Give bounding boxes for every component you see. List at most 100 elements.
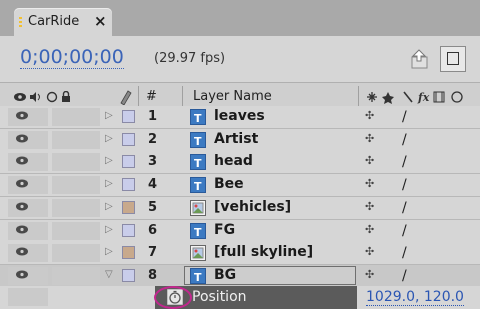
layer-row[interactable]: ▽ 8 T BG ✣ / [0, 264, 480, 288]
text-layer-icon: T [190, 131, 206, 148]
label-color-swatch[interactable] [122, 268, 135, 282]
layer-name[interactable]: Artist [214, 131, 258, 147]
av-switch-cell [8, 176, 48, 195]
layer-row[interactable]: ▷ 3 T head ✣ / [0, 151, 480, 175]
tab-grip-icon[interactable] [19, 17, 22, 29]
layer-name-column-header[interactable]: Layer Name [193, 89, 272, 104]
layer-row[interactable]: ▷ 6 T FG ✣ / [0, 219, 480, 243]
layer-number: 4 [148, 177, 158, 193]
layer-row[interactable]: ▷ 5 [vehicles] ✣ / [0, 196, 480, 220]
twirl-down-icon[interactable]: ▽ [105, 269, 113, 280]
label-color-swatch[interactable] [122, 110, 135, 123]
layer-number-column-header[interactable]: # [146, 89, 157, 104]
quality-switch-icon[interactable]: / [402, 245, 407, 261]
layer-name[interactable]: [full skyline] [214, 244, 313, 260]
layer-name[interactable]: BG [214, 267, 236, 283]
twirl-right-icon[interactable]: ▷ [105, 178, 113, 189]
av-switch-cell [8, 130, 48, 149]
eye-icon[interactable] [16, 179, 28, 188]
av-switch-cell [8, 108, 48, 126]
shy-switch-icon[interactable]: ✣ [365, 109, 374, 122]
lock-switch-cell [52, 153, 100, 172]
label-color-swatch[interactable] [122, 246, 135, 260]
shy-switch-icon[interactable]: ✣ [365, 132, 374, 145]
label-color-swatch[interactable] [122, 155, 135, 169]
layer-name-field[interactable] [184, 265, 356, 285]
highlight-circle [154, 286, 192, 309]
layer-name[interactable]: FG [214, 222, 235, 238]
layer-name[interactable]: [vehicles] [214, 199, 291, 215]
eye-icon[interactable] [16, 134, 28, 143]
svg-text:T: T [194, 271, 202, 284]
lock-switch-cell [52, 108, 100, 126]
current-time-display[interactable]: 0;00;00;00 [20, 46, 124, 69]
layer-name[interactable]: Bee [214, 176, 244, 192]
property-name: Position [192, 289, 247, 305]
layer-switches-header-icons: fx [367, 91, 463, 104]
shy-switch-icon[interactable]: ✣ [365, 200, 374, 213]
svg-text:T: T [194, 180, 202, 193]
eye-icon[interactable] [16, 156, 28, 165]
position-value[interactable]: 1029.0, 120.0 [366, 289, 464, 306]
layer-number: 2 [148, 131, 158, 147]
eye-icon[interactable] [16, 270, 28, 279]
eye-icon[interactable] [16, 111, 28, 120]
shy-switch-icon[interactable]: ✣ [365, 177, 374, 190]
text-layer-icon: T [190, 222, 206, 239]
tab-title: CarRide [28, 14, 80, 29]
close-tab-icon[interactable]: × [94, 12, 107, 30]
lock-switch-cell [52, 266, 100, 285]
layer-number: 8 [148, 267, 158, 283]
eye-icon[interactable] [16, 202, 28, 211]
av-feature-switches-icons [14, 91, 70, 103]
layer-row[interactable]: ▷ 1 T leaves ✣ / [0, 106, 480, 129]
quality-switch-icon[interactable]: / [402, 223, 407, 239]
layer-number: 7 [148, 245, 158, 261]
layer-name[interactable]: head [214, 153, 253, 169]
shy-switch-icon[interactable]: ✣ [365, 268, 374, 281]
layer-row[interactable]: ▷ 7 [full skyline] ✣ / [0, 242, 480, 266]
text-layer-icon: T [190, 267, 206, 284]
twirl-right-icon[interactable]: ▷ [105, 201, 113, 212]
shy-switch-icon[interactable]: ✣ [365, 245, 374, 258]
lock-switch-cell [52, 130, 100, 149]
composition-flowchart-icon[interactable] [408, 47, 432, 71]
label-tag-icon [120, 90, 132, 105]
quality-switch-icon[interactable]: / [402, 177, 407, 193]
label-color-swatch[interactable] [122, 223, 135, 237]
quality-switch-icon[interactable]: / [402, 132, 407, 148]
layer-number: 1 [148, 109, 158, 124]
layer-row[interactable]: ▷ 4 T Bee ✣ / [0, 174, 480, 198]
svg-text:T: T [194, 157, 202, 170]
label-color-swatch[interactable] [122, 200, 135, 214]
label-color-swatch[interactable] [122, 178, 135, 192]
footage-layer-icon [190, 245, 206, 262]
quality-switch-icon[interactable]: / [402, 200, 407, 216]
layer-name[interactable]: leaves [214, 108, 265, 124]
footage-layer-icon [190, 199, 206, 216]
twirl-right-icon[interactable]: ▷ [105, 224, 113, 235]
column-divider [138, 86, 139, 107]
quality-switch-icon[interactable]: / [402, 109, 407, 125]
layer-row[interactable]: ▷ 2 T Artist ✣ / [0, 128, 480, 152]
twirl-right-icon[interactable]: ▷ [105, 155, 113, 166]
composition-tab[interactable]: CarRide × [14, 8, 112, 36]
quality-switch-icon[interactable]: / [402, 268, 407, 284]
av-switch-cell [8, 153, 48, 172]
twirl-right-icon[interactable]: ▷ [105, 246, 113, 257]
svg-text:T: T [194, 112, 202, 125]
layer-number: 3 [148, 154, 158, 170]
eye-icon[interactable] [16, 225, 28, 234]
twirl-right-icon[interactable]: ▷ [105, 110, 113, 121]
quality-switch-icon[interactable]: / [402, 154, 407, 170]
shy-switch-icon[interactable]: ✣ [365, 223, 374, 236]
comp-mini-flowchart-button[interactable] [440, 46, 466, 72]
text-layer-icon: T [190, 154, 206, 171]
column-divider [182, 86, 183, 107]
text-layer-icon: T [190, 177, 206, 194]
label-color-swatch[interactable] [122, 132, 135, 146]
tab-strip: CarRide × [0, 0, 480, 36]
twirl-right-icon[interactable]: ▷ [105, 133, 113, 144]
shy-switch-icon[interactable]: ✣ [365, 154, 374, 167]
eye-icon[interactable] [16, 247, 28, 256]
